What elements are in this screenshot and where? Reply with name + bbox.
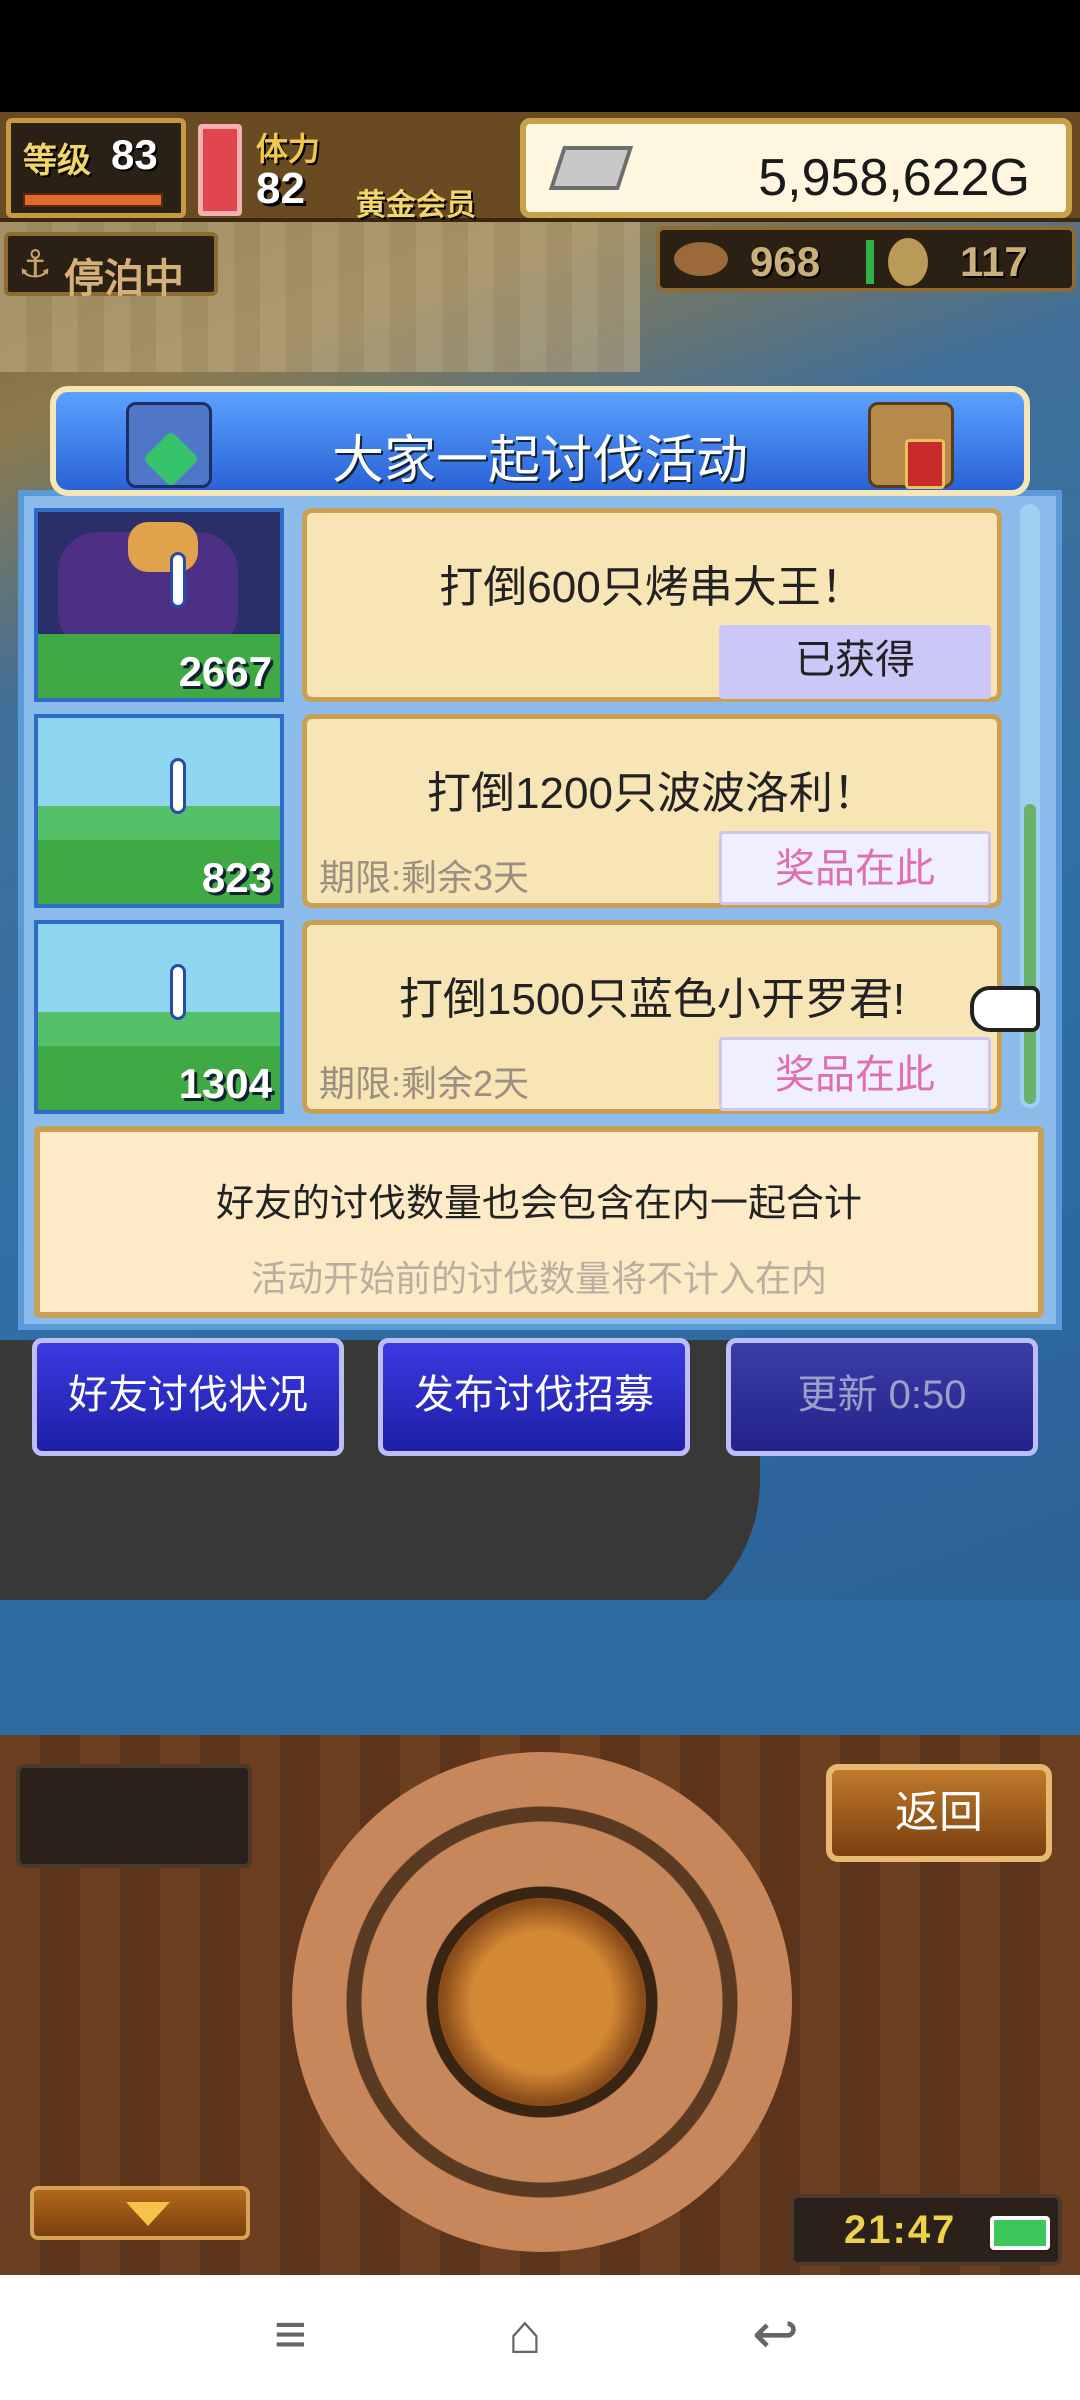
anchor-icon: ⚓	[18, 244, 53, 286]
battery-icon	[990, 2216, 1050, 2250]
clock-box: 21:47	[790, 2194, 1062, 2266]
gold-box: 5,958,622G	[520, 118, 1072, 218]
quest-row: 2667 打倒600只烤串大王！ 已获得	[20, 500, 1010, 702]
exclamation-icon	[170, 964, 186, 1020]
mooring-status: ⚓ 停泊中	[4, 232, 218, 301]
monster-thumbnail: 2667	[34, 508, 284, 702]
scrollbar-thumb[interactable]	[1024, 804, 1036, 1104]
exclamation-icon	[170, 552, 186, 608]
stamina-box: 体力 82 黄金会员	[256, 120, 506, 222]
quest-list[interactable]: 2667 打倒600只烤串大王！ 已获得 823 打倒1200只波波洛利！ 期限…	[20, 500, 1010, 1120]
quest-title: 打倒600只烤串大王！	[439, 563, 865, 612]
membership-badge: 黄金会员	[356, 189, 476, 222]
received-button[interactable]: 已获得	[719, 625, 991, 699]
mini-screen	[16, 1764, 252, 1868]
friend-status-button[interactable]: 好友讨伐状况	[32, 1338, 344, 1456]
exp-bar	[23, 193, 163, 207]
sea	[0, 1600, 1080, 1735]
quest-row: 823 打倒1200只波波洛利！ 期限:剩余3天 奖品在此	[20, 706, 1010, 908]
note-line-2: 活动开始前的讨伐数量将不计入在内	[250, 1258, 827, 1299]
level-box: 等级 83	[6, 118, 186, 218]
back-icon[interactable]: ↩	[752, 2301, 799, 2367]
home-icon[interactable]: ⌂	[508, 2301, 542, 2366]
quest-card: 打倒1500只蓝色小开罗君! 期限:剩余2天 奖品在此	[302, 920, 1002, 1114]
gold-value: 5,958,622G	[758, 149, 1030, 207]
stamina-value: 82	[256, 164, 305, 213]
status-bar	[0, 0, 1080, 112]
resources-box: 968 117	[656, 226, 1076, 292]
system-nav-bar: ≡ ⌂ ↩	[0, 2275, 1080, 2400]
kill-count: 1304	[178, 1060, 272, 1107]
quest-title: 打倒1500只蓝色小开罗君!	[398, 975, 906, 1024]
pointer-hand-icon	[970, 986, 1040, 1032]
game-screen: 等级 83 体力 82 黄金会员 5,958,622G ⚓ 停泊中 968 11…	[0, 0, 1080, 2400]
food-icon	[674, 242, 728, 276]
warrior-icon	[868, 402, 954, 489]
steering-wheel[interactable]	[292, 1752, 792, 2252]
kill-count: 823	[201, 854, 272, 901]
quest-card: 打倒600只烤串大王！ 已获得	[302, 508, 1002, 702]
event-note: 好友的讨伐数量也会包含在内一起合计 活动开始前的讨伐数量将不计入在内	[34, 1126, 1044, 1318]
monster-thumbnail: 823	[34, 714, 284, 908]
boss-head	[128, 522, 198, 572]
silver-bar-icon	[548, 146, 634, 190]
mooring-text: 停泊中	[64, 257, 184, 301]
level-label: 等级	[23, 142, 91, 180]
resource-2-value: 117	[960, 238, 1028, 285]
kill-count: 2667	[178, 648, 272, 695]
quest-title: 打倒1200只波波洛利！	[427, 769, 877, 818]
quest-card: 打倒1200只波波洛利！ 期限:剩余3天 奖品在此	[302, 714, 1002, 908]
back-button[interactable]: 返回	[826, 1764, 1052, 1862]
note-line-1: 好友的讨伐数量也会包含在内一起合计	[215, 1183, 862, 1225]
chevron-down-icon[interactable]	[30, 2186, 250, 2240]
quest-row: 1304 打倒1500只蓝色小开罗君! 期限:剩余2天 奖品在此	[20, 912, 1010, 1114]
coin-icon	[888, 238, 928, 286]
exclamation-icon	[170, 758, 186, 814]
prize-button[interactable]: 奖品在此	[719, 1037, 991, 1111]
clock-time: 21:47	[844, 2208, 957, 2252]
monster-thumbnail: 1304	[34, 920, 284, 1114]
publish-recruit-button[interactable]: 发布讨伐招募	[378, 1338, 690, 1456]
level-value: 83	[111, 131, 158, 178]
quest-deadline: 期限:剩余3天	[319, 857, 530, 898]
quest-deadline: 期限:剩余2天	[319, 1063, 530, 1104]
dialog-title-bar: 大家一起讨伐活动	[50, 386, 1030, 496]
prize-button[interactable]: 奖品在此	[719, 831, 991, 905]
refresh-button[interactable]: 更新 0:50	[726, 1338, 1038, 1456]
resource-separator	[866, 240, 874, 284]
health-gauge	[198, 124, 242, 216]
resource-1-value: 968	[750, 238, 821, 285]
menu-icon[interactable]: ≡	[274, 2301, 307, 2366]
